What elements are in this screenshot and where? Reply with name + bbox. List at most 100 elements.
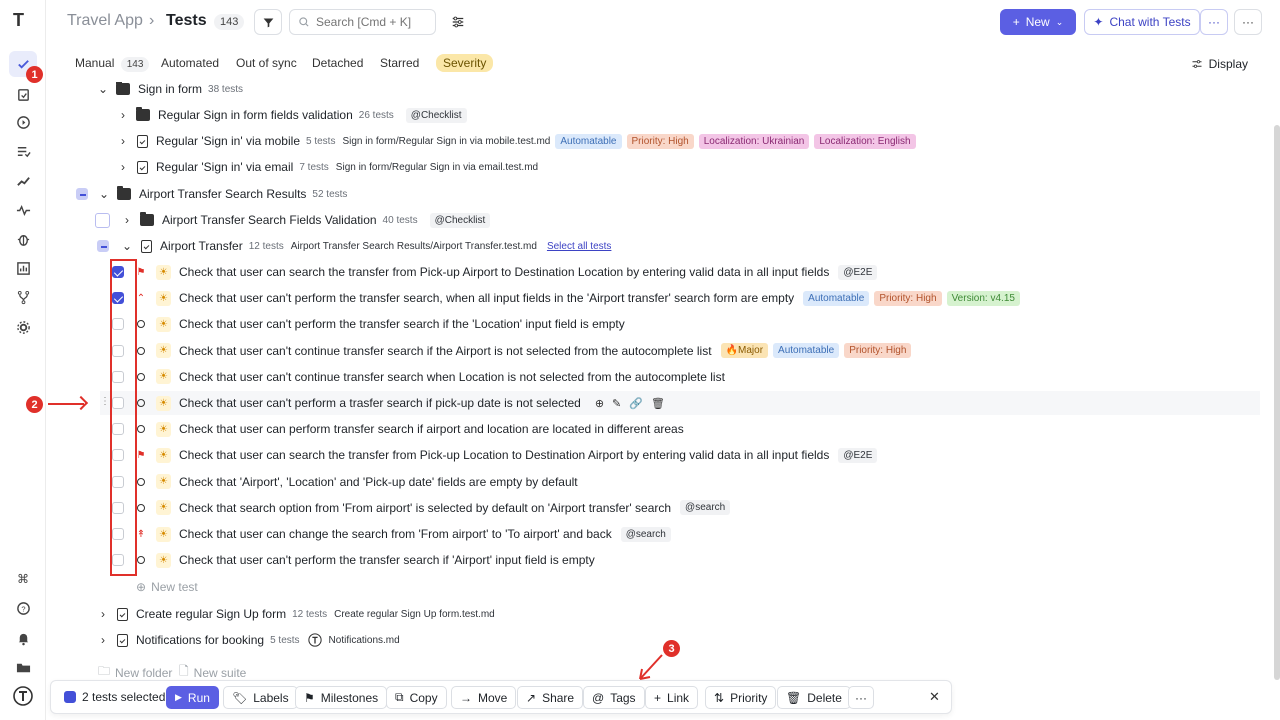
clipboard-icon[interactable] [9,81,37,107]
page-more-button[interactable]: ··· [1234,9,1262,35]
test-row[interactable]: ↟ ☀ Check that user can change the search … [100,522,671,546]
suite-row[interactable]: › Airport Transfer Search Fields Validat… [95,208,491,232]
search-input[interactable] [316,15,426,29]
milestones-button[interactable]: ⚑ Milestones [295,686,388,709]
suite-row[interactable]: › Create regular Sign Up form 12 tests C… [96,602,495,626]
label-priority[interactable]: Priority: High [626,133,694,149]
test-row[interactable]: ☀ Check that user can't continue transfer… [100,339,912,363]
share-button[interactable]: ↗ Share [517,686,584,709]
gear-icon[interactable] [9,314,37,340]
tab-manual[interactable]: Manual 143 [75,56,150,72]
test-tag[interactable]: Automatable [773,343,840,359]
select-all-tests-link[interactable]: Select all tests [547,241,611,252]
new-button[interactable]: + New ⌄ [1000,9,1076,35]
scrollbar[interactable] [1274,125,1280,680]
display-button[interactable]: Display [1191,57,1248,71]
bell-icon[interactable] [9,625,37,651]
suite-checkbox[interactable] [76,188,88,200]
link-button[interactable]: + Link [645,686,699,709]
tags-button[interactable]: @ Tags [583,686,645,709]
suite-checkbox[interactable] [95,212,110,228]
test-tag[interactable]: 🔥Major [720,343,769,359]
suite-row[interactable]: › Regular 'Sign in' via email 7 tests Si… [116,155,538,179]
tag[interactable]: @Checklist [405,107,467,123]
tab-detached[interactable]: Detached [312,56,363,70]
chat-more-button[interactable]: ··· [1200,9,1228,35]
tab-starred[interactable]: Starred [380,56,419,70]
test-row[interactable]: ☀ Check that user can't perform the trans… [100,312,625,336]
bug-icon[interactable] [9,226,37,252]
test-tag[interactable]: Version: v4.15 [946,290,1020,306]
edit-icon[interactable]: ✎ [612,397,621,410]
suite-row[interactable]: ⌄ Airport Transfer Search Results 52 tes… [76,182,347,206]
run-button[interactable]: ▶ Run [166,686,219,709]
app-logo[interactable]: T [13,10,24,31]
move-button[interactable]: → Move [451,686,517,709]
tab-out-of-sync[interactable]: Out of sync [236,56,297,70]
chevron-right-icon[interactable]: › [96,633,110,647]
chevron-right-icon[interactable]: › [116,134,130,148]
command-icon[interactable]: ⌘ [9,566,37,592]
testomat-logo[interactable] [9,683,37,709]
suite-row[interactable]: › Regular 'Sign in' via mobile 5 tests S… [116,129,916,153]
copy-button[interactable]: ⧉ Copy [386,686,447,709]
test-row[interactable]: ⌃ ☀ Check that user can't perform the tran… [100,286,1020,310]
test-tag[interactable]: @search [680,500,731,516]
more-actions-button[interactable]: ··· [848,686,874,709]
chat-with-tests-button[interactable]: ✦ Chat with Tests [1084,9,1200,35]
filter-button[interactable] [254,9,282,35]
priority-button[interactable]: ⇅ Priority [705,686,777,709]
deselect-checkbox[interactable] [64,691,76,703]
selection-status[interactable]: 2 tests selected [64,690,165,704]
labels-button[interactable]: 🏷 Labels [223,686,298,709]
chevron-right-icon[interactable]: › [116,160,130,174]
add-circle-icon[interactable]: ⊕ [595,397,604,410]
pulse-icon[interactable] [9,197,37,223]
suite-row[interactable]: › Notifications for booking 5 tests Noti… [96,628,400,652]
test-row[interactable]: ☀ Check that user can't perform a trasfer… [100,391,1260,415]
chevron-down-icon[interactable]: ⌄ [96,82,110,96]
test-tag[interactable]: @search [620,526,671,542]
test-row[interactable]: ⚑ ☀ Check that user can search the transfe… [100,443,878,467]
chart-line-icon[interactable] [9,167,37,193]
search-box[interactable] [289,9,436,35]
label-localization[interactable]: Localization: Ukrainian [698,133,810,149]
tag[interactable]: @Checklist [429,212,491,228]
chevron-right-icon[interactable]: › [120,213,134,227]
help-icon[interactable]: ? [9,595,37,621]
test-row[interactable]: ☀ Check that user can't perform the trans… [100,548,595,572]
new-suite-button[interactable]: 🗋 New suite [179,662,246,682]
settings-sliders-button[interactable] [444,9,472,35]
test-tag[interactable]: @E2E [838,447,878,463]
breadcrumb-project[interactable]: Travel App [67,12,143,30]
folder-icon[interactable] [9,654,37,680]
chevron-down-icon[interactable]: ⌄ [97,187,111,201]
new-folder-button[interactable]: 🗀 New folder [98,662,172,682]
chevron-right-icon[interactable]: › [96,607,110,621]
close-icon[interactable]: ✕ [929,689,940,705]
suite-row[interactable]: › Regular Sign in form fields validation… [116,103,467,127]
link-icon[interactable]: 🔗 [629,397,643,410]
label-localization[interactable]: Localization: English [814,133,916,149]
play-icon[interactable] [9,109,37,135]
suite-checkbox[interactable] [97,240,109,252]
test-row[interactable]: ⚑ ☀ Check that user can search the transfe… [100,260,878,284]
drag-handle-icon[interactable]: ⋮ [100,396,110,407]
label-automatable[interactable]: Automatable [555,133,622,149]
suite-row[interactable]: ⌄ Airport Transfer 12 tests Airport Tran… [97,234,611,258]
trash-icon[interactable]: 🗑 [651,397,665,410]
delete-button[interactable]: 🗑 Delete [777,686,851,709]
test-row[interactable]: ☀ Check that user can't continue transfer… [100,365,725,389]
test-tag[interactable]: Automatable [803,290,870,306]
chevron-right-icon[interactable]: › [116,108,130,122]
branch-icon[interactable] [9,284,37,310]
test-tag[interactable]: @E2E [838,264,878,280]
chevron-down-icon[interactable]: ⌄ [120,239,134,253]
bar-chart-icon[interactable] [9,255,37,281]
new-test-button[interactable]: ⊕ New test [136,580,198,594]
tab-severity[interactable]: Severity [436,54,494,72]
test-tag[interactable]: Priority: High [844,343,912,359]
test-row[interactable]: ☀ Check that search option from 'From air… [100,496,731,520]
test-row[interactable]: ☀ Check that user can perform transfer se… [100,417,684,441]
tab-automated[interactable]: Automated [161,56,219,70]
